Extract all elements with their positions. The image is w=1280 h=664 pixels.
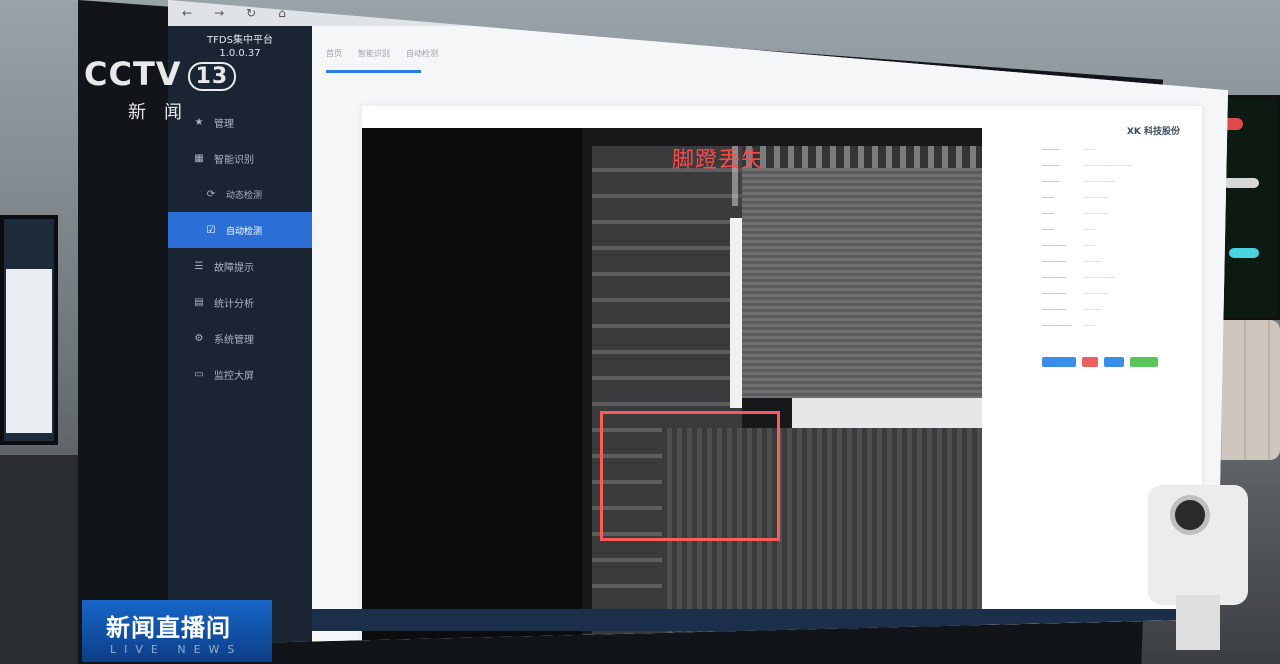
fault-bounding-box <box>600 411 780 541</box>
forward-icon[interactable]: → <box>214 6 224 20</box>
detail-row: ———— ————— <box>1042 273 1114 281</box>
reload-icon[interactable]: ↻ <box>246 6 256 20</box>
action-buttons <box>1042 357 1182 367</box>
channel-logo: CCTV 13 <box>84 55 237 93</box>
screen-icon: ▭ <box>194 368 204 380</box>
refresh-icon: ⟳ <box>206 188 216 200</box>
chart-icon: ▤ <box>194 296 204 308</box>
sidebar-item-label: 监控大屏 <box>214 370 254 382</box>
detail-row: ———————— <box>1042 177 1114 185</box>
back-icon[interactable]: ← <box>182 6 192 20</box>
sidebar-item-recognition[interactable]: ▦ 智能识别 <box>168 140 312 176</box>
sidebar-item-label: 系统管理 <box>214 334 254 346</box>
detail-row: ——————— <box>1042 257 1102 265</box>
sidebar-item-dynamic[interactable]: ⟳ 动态检测 <box>168 176 312 212</box>
detection-card: XK 科技股份 脚蹬丢失 ——— —— ——— ———————— ——— ————— … <box>362 106 1202 645</box>
sidebar-item-fault[interactable]: ☰ 故障提示 <box>168 248 312 284</box>
breadcrumb: 首页 智能识别 自动检测 <box>326 48 438 73</box>
detail-row: ——————— <box>1042 305 1102 313</box>
program-title: 新闻直播间 <box>106 614 231 642</box>
breadcrumb-item[interactable]: 智能识别 <box>358 48 390 59</box>
security-camera <box>1148 485 1248 650</box>
company-logo: XK 科技股份 <box>1126 127 1180 137</box>
app-name: TFDS集中平台 <box>207 35 273 46</box>
sidebar-item-monitor[interactable]: ▭ 监控大屏 <box>168 356 312 392</box>
image-train-body <box>742 168 982 398</box>
sidebar-item-system[interactable]: ⚙ 系统管理 <box>168 320 312 356</box>
list-icon: ☰ <box>194 260 204 272</box>
channel-number: 13 <box>187 61 237 91</box>
monitor-screen: ← → ↻ ⌂ TFDS集中平台 1.0.0.37 ★ 管理 ▦ 智能识别 ⟳ … <box>168 0 1228 645</box>
detail-row: —————— <box>1042 209 1108 217</box>
gear-icon: ⚙ <box>194 332 204 344</box>
detail-row: —————— <box>1042 193 1108 201</box>
camera-lens-icon <box>1170 495 1210 535</box>
sidebar-item-label: 智能识别 <box>214 154 254 166</box>
program-bug: 新闻直播间 LIVE NEWS <box>82 600 272 662</box>
detail-row: ——— —— <box>1042 145 1096 153</box>
delete-button[interactable] <box>1082 357 1098 367</box>
detail-row: —————— <box>1042 241 1096 249</box>
fault-label: 脚蹬丢失 <box>672 148 765 173</box>
detail-row: ——————— <box>1042 321 1096 329</box>
sidebar-item-label: 统计分析 <box>214 298 254 310</box>
main-content: 首页 智能识别 自动检测 XK 科技股份 脚蹬丢失 ——— —— ——— —————… <box>312 26 1228 645</box>
sidebar-item-auto-detect[interactable]: ☑ 自动检测 <box>168 212 312 248</box>
secondary-action-button[interactable] <box>1104 357 1124 367</box>
sidebar-menu: ★ 管理 ▦ 智能识别 ⟳ 动态检测 ☑ 自动检测 ☰ 故障提示 ▤ 统计分析 <box>168 104 312 392</box>
program-subtitle: LIVE NEWS <box>110 643 243 656</box>
background-monitor <box>0 215 58 445</box>
detail-row: ——— ———————— <box>1042 161 1132 169</box>
detection-image[interactable]: 脚蹬丢失 <box>362 128 982 645</box>
channel-subtitle: 新闻 <box>128 102 200 123</box>
breadcrumb-item[interactable]: 自动检测 <box>406 48 438 59</box>
grid-icon: ▦ <box>194 152 204 164</box>
detail-row: —— —— <box>1042 225 1096 233</box>
confirm-button[interactable] <box>1130 357 1158 367</box>
check-icon: ☑ <box>206 224 216 236</box>
sidebar-item-label: 管理 <box>214 118 234 130</box>
home-icon[interactable]: ⌂ <box>278 6 286 20</box>
sidebar-item-label: 自动检测 <box>226 226 263 237</box>
sidebar-item-label: 故障提示 <box>214 262 254 274</box>
detail-row: ———————— <box>1042 289 1108 297</box>
image-rail <box>792 398 982 428</box>
image-highlight <box>730 218 742 408</box>
active-tab-indicator <box>326 70 421 73</box>
address-bar[interactable] <box>437 5 598 21</box>
browser-toolbar: ← → ↻ ⌂ <box>168 0 1228 26</box>
detail-panel: ——— —— ——— ———————— ——— ————— —— ———— —— ————… <box>1042 141 1182 367</box>
breadcrumb-item[interactable]: 首页 <box>326 48 342 59</box>
image-shadow <box>362 128 582 645</box>
sidebar-item-label: 动态检测 <box>226 190 263 201</box>
sidebar-item-stats[interactable]: ▤ 统计分析 <box>168 284 312 320</box>
primary-action-button[interactable] <box>1042 357 1076 367</box>
